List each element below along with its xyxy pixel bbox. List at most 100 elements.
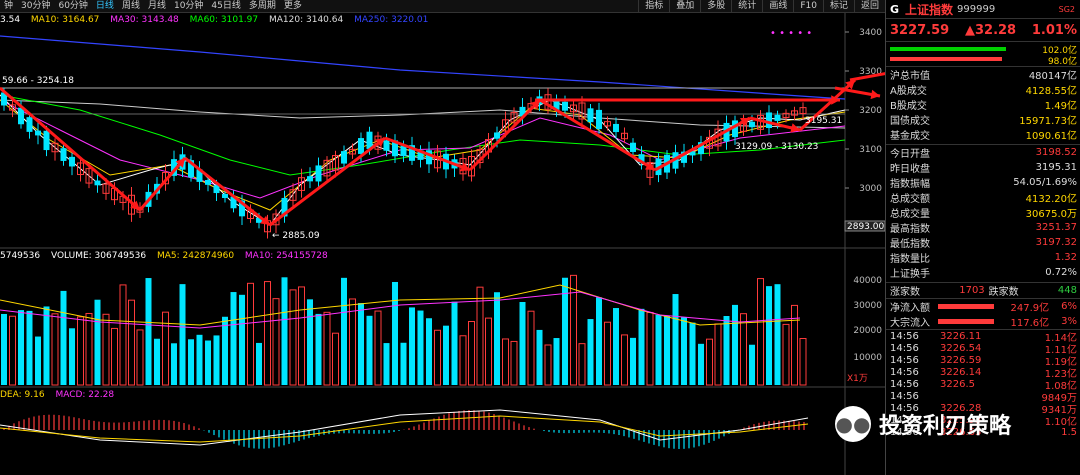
- volume-bar: [171, 343, 177, 385]
- volume-bar: [655, 314, 662, 385]
- period-tab[interactable]: 10分钟: [170, 0, 207, 12]
- trend-arrow: [184, 156, 271, 227]
- candle-body: [94, 180, 101, 186]
- volume-bar: [698, 343, 704, 385]
- volume-bar: [723, 316, 730, 385]
- stat-value: 480147亿: [1028, 71, 1077, 82]
- tool-button[interactable]: 标记: [822, 0, 854, 12]
- period-tab[interactable]: 月线: [144, 0, 170, 12]
- volume-bar: [272, 298, 280, 386]
- stat-row: 今日开盘 3198.52: [886, 145, 1080, 160]
- current-price: 3227.59: [890, 22, 950, 38]
- sell-bar: [890, 57, 1002, 61]
- volume-bar: [689, 322, 696, 385]
- volume-bar: [358, 303, 364, 385]
- volume-bar: [638, 308, 645, 385]
- volume-bar: [536, 329, 543, 385]
- volume-bar: [553, 338, 560, 385]
- range-annotation: 3129.09 - 3130.23: [735, 142, 818, 152]
- stat-value: 15971.73亿: [1019, 116, 1077, 127]
- period-tab[interactable]: 更多: [280, 0, 306, 12]
- volume-unit: X1万: [847, 374, 868, 384]
- volume-bar: [1, 313, 7, 385]
- volume-bar: [459, 335, 467, 386]
- volume-bar: [332, 332, 339, 386]
- stat-label: 国债成交: [890, 116, 930, 127]
- period-tab[interactable]: 60分钟: [54, 0, 91, 12]
- stat-value: 0.72%: [1045, 267, 1077, 278]
- stat-value: 4128.55亿: [1025, 86, 1077, 97]
- volume-bar: [69, 328, 75, 385]
- macd-value: MACD: 22.28: [55, 390, 115, 400]
- volume-bar: [527, 310, 535, 386]
- volume-bar: [749, 344, 755, 385]
- buy-bar: [890, 47, 1006, 51]
- flow-pct: 6%: [1061, 301, 1077, 312]
- stat-label: 昨日收盘: [890, 164, 930, 175]
- candle-body: [587, 108, 594, 123]
- turnover-section: 沪总市值 480147亿 A股成交 4128.55亿 B股成交 1.49亿 国债成交 1597…: [886, 67, 1080, 145]
- tick-price: 3226.11: [940, 330, 982, 342]
- candle-body: [596, 109, 602, 130]
- ma120-value: MA120: 3140.64: [269, 15, 344, 25]
- volume-bar: [681, 317, 687, 385]
- dots-marker: • • • • •: [770, 28, 812, 39]
- stat-label: 总成交量: [890, 209, 930, 220]
- volume-bar: [247, 282, 254, 386]
- tool-button[interactable]: 统计: [731, 0, 762, 12]
- period-tab[interactable]: 多周期: [245, 0, 280, 12]
- period-tab[interactable]: 日线: [92, 0, 118, 12]
- ma30-value: MA30: 3143.48: [110, 15, 179, 25]
- tool-button[interactable]: 指标: [638, 0, 669, 12]
- volume-bar: [630, 337, 636, 385]
- tick-price: 3226.5: [940, 378, 975, 390]
- volume-bar: [43, 306, 50, 385]
- stat-row: 沪总市值 480147亿: [886, 67, 1080, 82]
- stat-label: 总成交额: [890, 194, 930, 205]
- stat-row: 指数振幅 54.05/1.69%: [886, 175, 1080, 190]
- period-tab[interactable]: 钟: [0, 0, 17, 12]
- volume-bar: [451, 301, 458, 385]
- stat-row: 基金成交 1090.61亿: [886, 127, 1080, 142]
- period-tab[interactable]: 45日线: [207, 0, 244, 12]
- volume-bar: [239, 294, 245, 385]
- candle-body: [766, 112, 772, 129]
- tool-button[interactable]: 多股: [700, 0, 731, 12]
- stat-label: 指数振幅: [890, 179, 930, 190]
- tool-button[interactable]: 画线: [762, 0, 793, 12]
- volume-bar: [646, 311, 654, 386]
- stat-label: 上证换手: [890, 269, 930, 280]
- volume-bar: [315, 313, 322, 385]
- tool-button[interactable]: 叠加: [669, 0, 700, 12]
- volume-bar: [400, 342, 407, 385]
- stat-value: 3195.31: [1035, 162, 1077, 173]
- period-tab[interactable]: 周线: [118, 0, 144, 12]
- volume-bar: [774, 284, 781, 385]
- volume-tick-label: 30000: [853, 301, 882, 311]
- tick-time: 14:56: [890, 378, 919, 390]
- volume-bar: [298, 286, 305, 386]
- tool-button[interactable]: F10: [793, 0, 823, 12]
- tool-button[interactable]: 返回: [853, 0, 885, 12]
- volume-bar: [18, 310, 24, 385]
- index-name[interactable]: 上证指数: [905, 1, 953, 18]
- volume-bar: [426, 318, 432, 385]
- kline-chart[interactable]: 3400330032003100300029004000030000200001…: [0, 0, 885, 475]
- volume-bar: [570, 274, 577, 386]
- candle-body: [774, 114, 781, 121]
- stat-row: B股成交 1.49亿: [886, 97, 1080, 112]
- sell-bar-value: 98.0亿: [1047, 57, 1077, 67]
- period-tab[interactable]: 30分钟: [17, 0, 54, 12]
- ma250-line: [0, 35, 846, 100]
- stat-value: 3251.37: [1035, 222, 1077, 233]
- candle-body: [222, 193, 228, 199]
- volume-bar: [145, 278, 152, 385]
- volume-bar: [799, 338, 807, 386]
- advance-count: 1703: [959, 285, 985, 296]
- stat-value: 30675.0万: [1025, 209, 1077, 220]
- volume-bar: [154, 338, 160, 385]
- tick-price: 3226.54: [940, 342, 982, 354]
- stat-row: 昨日收盘 3195.31: [886, 160, 1080, 175]
- volume-bar: [443, 325, 449, 385]
- candle-body: [213, 185, 220, 194]
